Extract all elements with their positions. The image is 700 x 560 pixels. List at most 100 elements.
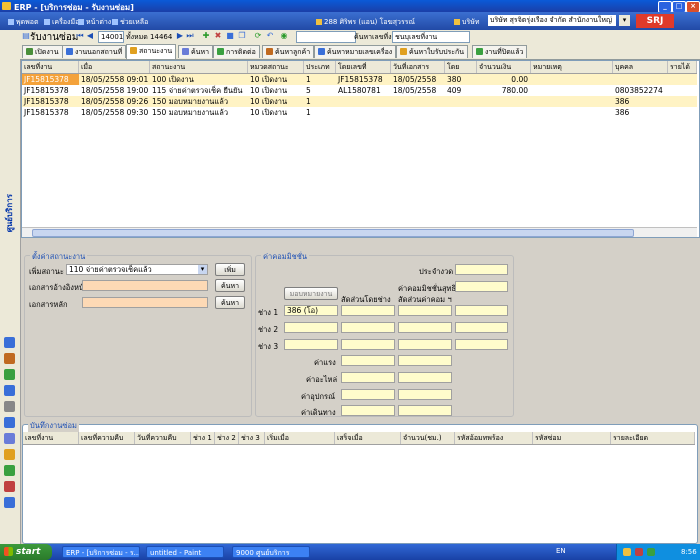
column-header[interactable]: รายละเอียด xyxy=(611,432,695,444)
add-icon[interactable]: ✚ xyxy=(202,32,210,40)
main-doc-search-button[interactable]: ค้นหา xyxy=(215,296,245,309)
column-header[interactable]: จำนวน(ชม.) xyxy=(401,432,455,444)
column-header[interactable]: โดย xyxy=(445,61,477,73)
ref-doc-search-button[interactable]: ค้นหา xyxy=(215,279,245,292)
sidebar-shortcut-icon[interactable] xyxy=(4,385,15,396)
column-header[interactable]: เลขที่งาน xyxy=(22,61,79,73)
tech-3-commission-input[interactable] xyxy=(398,339,452,350)
equipment-fee-input[interactable] xyxy=(341,389,395,400)
tab-warranty-search[interactable]: ค้นหาใบรับประกัน xyxy=(396,45,469,58)
menu-item-window[interactable]: หน้าต่าง xyxy=(78,17,111,28)
column-header[interactable]: บุคคล xyxy=(613,61,668,73)
prev-record-icon[interactable]: ◀ xyxy=(86,32,94,40)
column-header[interactable]: เมื่อ xyxy=(79,61,150,73)
sidebar-shortcut-icon[interactable] xyxy=(4,449,15,460)
taskbar-item-paint[interactable]: untitled - Paint xyxy=(146,546,224,558)
tech-2-extra-input[interactable] xyxy=(455,322,508,333)
period-input[interactable] xyxy=(455,264,508,275)
table-row[interactable]: JF15815378 18/05/2558 09:30 150 มอบหมายง… xyxy=(22,107,697,118)
table-row[interactable]: JF15815378 18/05/2558 09:26 150 มอบหมายง… xyxy=(22,96,697,107)
save-icon[interactable]: ■ xyxy=(226,32,234,40)
tab-onsite-job[interactable]: งานนอกสถานที่ xyxy=(62,45,127,58)
scroll-thumb[interactable] xyxy=(32,229,634,237)
column-header[interactable]: เริ่มเมื่อ xyxy=(265,432,335,444)
table-row[interactable]: JF15815378 18/05/2558 09:01 100 เปิดงาน … xyxy=(22,74,697,85)
travel-fee-commission-input[interactable] xyxy=(398,405,452,416)
tab-open-job[interactable]: เปิดงาน xyxy=(22,45,63,58)
tab-search[interactable]: ค้นหา xyxy=(178,45,214,58)
sidebar-shortcut-icon[interactable] xyxy=(4,497,15,508)
taskbar-item-erp[interactable]: ERP - [บริการซ่อม - ร... xyxy=(62,546,140,558)
quick-search-input[interactable] xyxy=(296,31,356,43)
tray-icon[interactable] xyxy=(635,548,643,556)
column-header[interactable]: สถานะงาน xyxy=(150,61,248,73)
add-status-select[interactable]: 110 จ่ายค่าตรวจเช็คแล้ว xyxy=(66,264,208,275)
copy-icon[interactable]: ❐ xyxy=(238,32,246,40)
sidebar-shortcut-icon[interactable] xyxy=(4,401,15,412)
assign-job-button[interactable]: มอบหมายงาน xyxy=(284,287,338,300)
tech-1-input[interactable]: 386 (โอ) xyxy=(284,305,338,316)
tab-contact[interactable]: การติดต่อ xyxy=(213,45,260,58)
add-status-button[interactable]: เพิ่ม xyxy=(215,263,245,276)
column-header[interactable]: โดยเลขที่ xyxy=(336,61,391,73)
column-header[interactable]: ช่าง 1 xyxy=(191,432,215,444)
labor-fee-input[interactable] xyxy=(341,355,395,366)
tech-1-ratio-input[interactable] xyxy=(341,305,395,316)
net-commission-input[interactable] xyxy=(455,281,508,292)
travel-fee-input[interactable] xyxy=(341,405,395,416)
record-number[interactable]: 14001 xyxy=(98,31,124,43)
menu-item-tools[interactable]: เครื่องมือ xyxy=(44,17,79,28)
chevron-down-icon[interactable]: ▾ xyxy=(198,265,207,274)
company-select[interactable]: บริษัท สุรจิตรุ่งเรือง จำกัด สำนักงานใหญ… xyxy=(488,15,616,26)
tab-closed-jobs[interactable]: งานที่ปิดแล้ว xyxy=(472,45,528,58)
last-record-icon[interactable]: ⏭ xyxy=(186,32,194,40)
tech-1-commission-input[interactable] xyxy=(398,305,452,316)
parts-fee-input[interactable] xyxy=(341,372,395,383)
ok-icon[interactable]: ◉ xyxy=(280,32,288,40)
ref-doc-input[interactable] xyxy=(82,280,208,291)
main-doc-input[interactable] xyxy=(82,297,208,308)
sidebar-shortcut-icon[interactable] xyxy=(4,433,15,444)
column-header[interactable]: เลขที่ความคืบ xyxy=(79,432,135,444)
tab-serial-search[interactable]: ค้นหาหมายเลขเครื่อง xyxy=(314,45,397,58)
menu-item-file[interactable]: พุดพอต xyxy=(8,17,39,28)
horizontal-scrollbar[interactable] xyxy=(22,227,697,237)
chevron-down-icon[interactable]: ▾ xyxy=(619,15,630,26)
next-record-icon[interactable]: ▶ xyxy=(176,32,184,40)
column-header[interactable]: รายได้ xyxy=(668,61,697,73)
tech-3-extra-input[interactable] xyxy=(455,339,508,350)
language-indicator[interactable]: EN xyxy=(556,547,566,555)
sidebar-shortcut-icon[interactable] xyxy=(4,369,15,380)
column-header[interactable]: หมายเหตุ xyxy=(531,61,613,73)
tech-2-commission-input[interactable] xyxy=(398,322,452,333)
tech-2-input[interactable] xyxy=(284,322,338,333)
column-header[interactable]: ประเภท xyxy=(304,61,336,73)
column-header[interactable]: เสร็จเมื่อ xyxy=(335,432,401,444)
start-button[interactable]: start xyxy=(0,544,52,560)
column-header[interactable]: หมวดสถานะ xyxy=(248,61,304,73)
column-header[interactable]: ช่าง 2 xyxy=(215,432,239,444)
labor-fee-commission-input[interactable] xyxy=(398,355,452,366)
refresh-icon[interactable]: ⟳ xyxy=(254,32,262,40)
equipment-fee-commission-input[interactable] xyxy=(398,389,452,400)
sidebar-shortcut-icon[interactable] xyxy=(4,417,15,428)
column-header[interactable]: ช่าง 3 xyxy=(239,432,265,444)
column-header[interactable]: วันที่ความคืบ xyxy=(135,432,191,444)
column-header[interactable]: วันที่เอกสาร xyxy=(391,61,445,73)
tech-3-ratio-input[interactable] xyxy=(341,339,395,350)
delete-icon[interactable]: ✖ xyxy=(214,32,222,40)
table-row[interactable]: JF15815378 18/05/2558 19:00 115 จ่ายค่าต… xyxy=(22,85,697,96)
job-search-input[interactable]: ชนบุเลขที่งาน xyxy=(392,31,470,43)
column-header[interactable]: รหัสอ้อมทพร้อง xyxy=(455,432,533,444)
tech-3-input[interactable] xyxy=(284,339,338,350)
column-header[interactable]: จำนวนเงิน xyxy=(477,61,531,73)
menu-item-help[interactable]: ช่วยเหลือ xyxy=(112,17,148,28)
first-record-icon[interactable]: ⏮ xyxy=(76,32,84,40)
sidebar-shortcut-icon[interactable] xyxy=(4,337,15,348)
tray-icon[interactable] xyxy=(647,548,655,556)
tray-icon[interactable] xyxy=(623,548,631,556)
column-header[interactable]: เลขที่งาน xyxy=(23,432,79,444)
tech-2-ratio-input[interactable] xyxy=(341,322,395,333)
sidebar-shortcut-icon[interactable] xyxy=(4,353,15,364)
sidebar-shortcut-icon[interactable] xyxy=(4,465,15,476)
